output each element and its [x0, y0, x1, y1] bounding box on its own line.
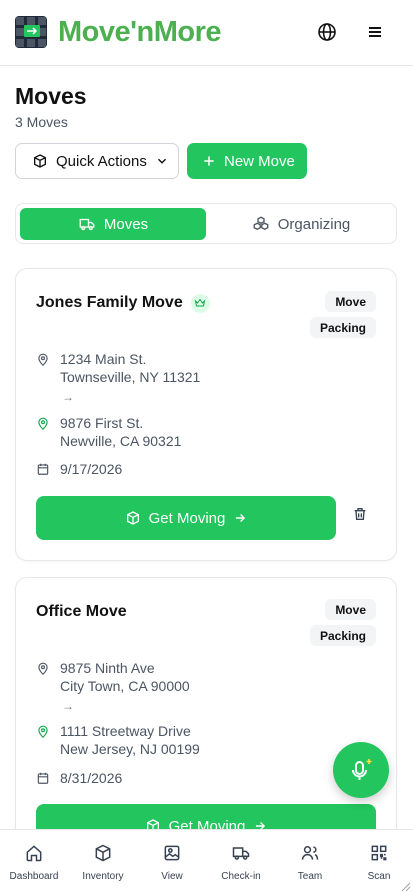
arrow-right-icon: [236, 513, 246, 523]
microphone-sparkle-icon: [352, 759, 372, 780]
quick-actions-label: Quick Actions: [56, 152, 147, 170]
nav-team[interactable]: Team: [276, 830, 344, 893]
delete-trash-icon[interactable]: [352, 506, 368, 522]
move-date: 9/17/2026: [36, 461, 122, 477]
app-header: Move'nMore: [0, 0, 413, 66]
map-pin-icon: [38, 417, 48, 431]
quick-actions-button[interactable]: Quick Actions: [15, 143, 179, 179]
route-arrow: →: [62, 390, 74, 404]
language-globe-icon[interactable]: [315, 20, 339, 44]
nav-check-in[interactable]: Check-in: [207, 830, 275, 893]
status-badge: Move: [325, 599, 376, 620]
view-tabs: Moves Organizing: [15, 203, 397, 244]
resize-grip-icon: [399, 879, 411, 892]
tab-organizing[interactable]: Organizing: [210, 208, 392, 240]
status-badge: Packing: [309, 625, 376, 646]
origin-address: 1234 Main St. Townseville, NY 11321: [36, 350, 200, 386]
truck-icon: [232, 847, 250, 860]
move-card-title: Office Move: [36, 602, 127, 622]
route-arrow: →: [62, 699, 74, 713]
menu-hamburger-icon[interactable]: [363, 20, 387, 44]
nav-view[interactable]: View: [138, 830, 206, 893]
calendar-icon: [37, 772, 49, 784]
destination-address: 9876 First St. Newville, CA 90321: [36, 414, 181, 450]
app-brand[interactable]: Move'nMore: [58, 14, 222, 50]
move-name: Jones Family Move: [36, 294, 183, 311]
map-pin-icon: [38, 353, 48, 367]
box-icon: [95, 844, 111, 862]
move-card-title: Jones Family Move: [36, 293, 210, 313]
map-pin-icon: [38, 725, 48, 739]
new-move-label: New Move: [224, 152, 295, 170]
new-move-button[interactable]: New Move: [187, 143, 307, 179]
qr-icon: [371, 845, 387, 861]
truck-icon: [79, 218, 95, 231]
moves-count: 3 Moves: [15, 114, 68, 130]
users-icon: [301, 846, 319, 860]
status-badge: Packing: [309, 317, 376, 338]
nav-inventory[interactable]: Inventory: [69, 830, 137, 893]
move-date: 8/31/2026: [36, 770, 122, 786]
crown-icon: [190, 293, 210, 313]
tab-moves-label: Moves: [103, 215, 149, 233]
voice-assistant-button[interactable]: [333, 742, 389, 798]
image-icon: [164, 845, 180, 861]
plus-icon: [204, 156, 214, 166]
bottom-navigation: Dashboard Inventory View Check-in Team S…: [0, 829, 413, 893]
calendar-icon: [37, 463, 49, 475]
package-icon: [126, 511, 139, 525]
get-moving-button[interactable]: Get Moving: [36, 496, 336, 540]
origin-address: 9875 Ninth Ave City Town, CA 90000: [36, 659, 190, 695]
tab-moves[interactable]: Moves: [20, 208, 206, 240]
app-logo-icon[interactable]: [15, 16, 47, 48]
package-icon: [34, 154, 46, 168]
boxes-icon: [253, 216, 269, 231]
home-icon: [26, 845, 42, 862]
page-title: Moves: [15, 83, 87, 109]
move-name: Office Move: [36, 603, 127, 620]
move-card[interactable]: Jones Family Move Move Packing 1234 Main…: [15, 268, 397, 561]
get-moving-label: Get Moving: [148, 509, 226, 527]
status-badge: Move: [325, 291, 376, 312]
chevron-down-icon: [157, 158, 166, 164]
nav-dashboard[interactable]: Dashboard: [0, 830, 68, 893]
map-pin-icon: [38, 662, 48, 676]
destination-address: 1111 Streetway Drive New Jersey, NJ 00199: [36, 722, 200, 758]
tab-organizing-label: Organizing: [277, 215, 351, 233]
